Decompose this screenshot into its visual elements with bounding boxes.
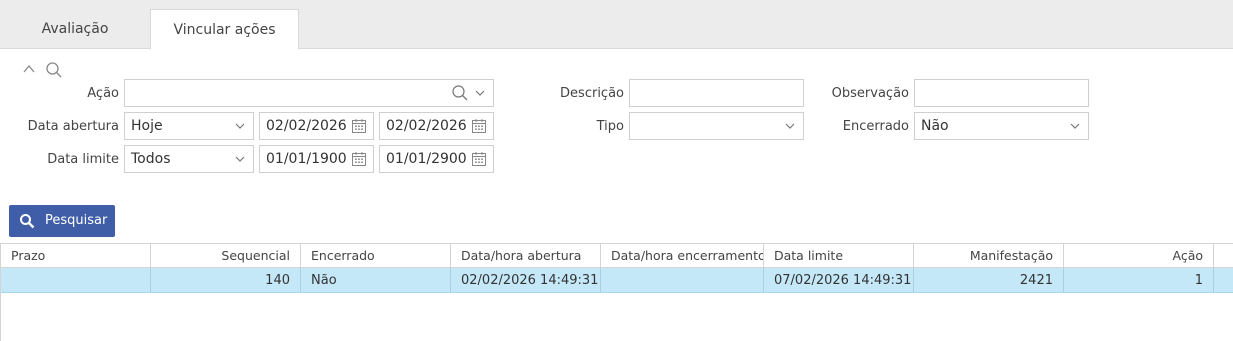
acao-input[interactable] xyxy=(124,79,494,107)
calendar-icon[interactable] xyxy=(471,151,487,167)
chevron-up-icon[interactable] xyxy=(22,62,36,76)
pesquisar-button[interactable]: Pesquisar xyxy=(9,205,115,237)
data-limite-period-select[interactable]: Todos xyxy=(124,145,254,173)
data-abertura-from-value: 02/02/2026 xyxy=(266,118,347,134)
tipo-label: Tipo xyxy=(596,119,624,134)
calendar-icon[interactable] xyxy=(351,118,367,134)
search-icon[interactable] xyxy=(45,61,63,79)
tab-avaliacao[interactable]: Avaliação xyxy=(0,9,150,49)
column-header-data-limite[interactable]: Data limite xyxy=(764,244,914,268)
data-abertura-from-input[interactable]: 02/02/2026 xyxy=(259,112,374,140)
cell-prazo xyxy=(1,268,151,293)
cell-manifestacao: 2421 xyxy=(914,268,1064,293)
acao-label: Ação xyxy=(87,86,119,101)
table-row[interactable]: 140 Não 02/02/2026 14:49:31 07/02/2026 1… xyxy=(1,268,1233,293)
data-abertura-to-value: 02/02/2026 xyxy=(386,118,467,134)
chevron-down-icon[interactable] xyxy=(235,154,245,164)
chevron-down-icon[interactable] xyxy=(235,121,245,131)
calendar-icon[interactable] xyxy=(351,151,367,167)
cell-data-hora-encerramento xyxy=(601,268,764,293)
cell-data-limite: 07/02/2026 14:49:31 xyxy=(764,268,914,293)
encerrado-value: Não xyxy=(921,118,949,134)
data-abertura-label: Data abertura xyxy=(27,119,119,134)
encerrado-label: Encerrado xyxy=(842,119,909,134)
data-limite-to-value: 01/01/2900 xyxy=(386,151,467,167)
column-header-data-hora-encerramento[interactable]: Data/hora encerramento xyxy=(601,244,764,268)
column-header-manifestacao[interactable]: Manifestação xyxy=(914,244,1064,268)
calendar-icon[interactable] xyxy=(471,118,487,134)
column-header-acao[interactable]: Ação xyxy=(1064,244,1214,268)
chevron-down-icon[interactable] xyxy=(475,88,485,98)
search-icon xyxy=(20,214,35,229)
search-icon[interactable] xyxy=(451,84,469,102)
tab-bar: Avaliação Vincular ações xyxy=(0,0,1233,50)
column-header-sequencial[interactable]: Sequencial xyxy=(151,244,301,268)
data-limite-from-input[interactable]: 01/01/1900 xyxy=(259,145,374,173)
cell-acao: 1 xyxy=(1064,268,1214,293)
data-limite-label: Data limite xyxy=(47,152,119,167)
tab-vincular-acoes[interactable]: Vincular ações xyxy=(150,9,299,50)
descricao-label: Descrição xyxy=(560,86,624,101)
data-limite-period-value: Todos xyxy=(131,151,171,167)
encerrado-select[interactable]: Não xyxy=(914,112,1089,140)
chevron-down-icon[interactable] xyxy=(1070,121,1080,131)
data-limite-from-value: 01/01/1900 xyxy=(266,151,347,167)
data-abertura-period-value: Hoje xyxy=(131,118,163,134)
results-grid: Prazo Sequencial Encerrado Data/hora abe… xyxy=(0,243,1233,341)
cell-data-hora-abertura: 02/02/2026 14:49:31 xyxy=(451,268,601,293)
cell-encerrado: Não xyxy=(301,268,451,293)
tipo-select[interactable] xyxy=(629,112,804,140)
data-abertura-period-select[interactable]: Hoje xyxy=(124,112,254,140)
cell-sequencial: 140 xyxy=(151,268,301,293)
column-header-prazo[interactable]: Prazo xyxy=(1,244,151,268)
descricao-input[interactable] xyxy=(629,79,804,107)
pesquisar-label: Pesquisar xyxy=(45,213,108,228)
observacao-label: Observação xyxy=(831,86,909,101)
column-header-data-hora-abertura[interactable]: Data/hora abertura xyxy=(451,244,601,268)
column-header-encerrado[interactable]: Encerrado xyxy=(301,244,451,268)
observacao-input[interactable] xyxy=(914,79,1089,107)
data-limite-to-input[interactable]: 01/01/2900 xyxy=(379,145,494,173)
grid-header: Prazo Sequencial Encerrado Data/hora abe… xyxy=(1,244,1233,268)
data-abertura-to-input[interactable]: 02/02/2026 xyxy=(379,112,494,140)
chevron-down-icon[interactable] xyxy=(785,121,795,131)
